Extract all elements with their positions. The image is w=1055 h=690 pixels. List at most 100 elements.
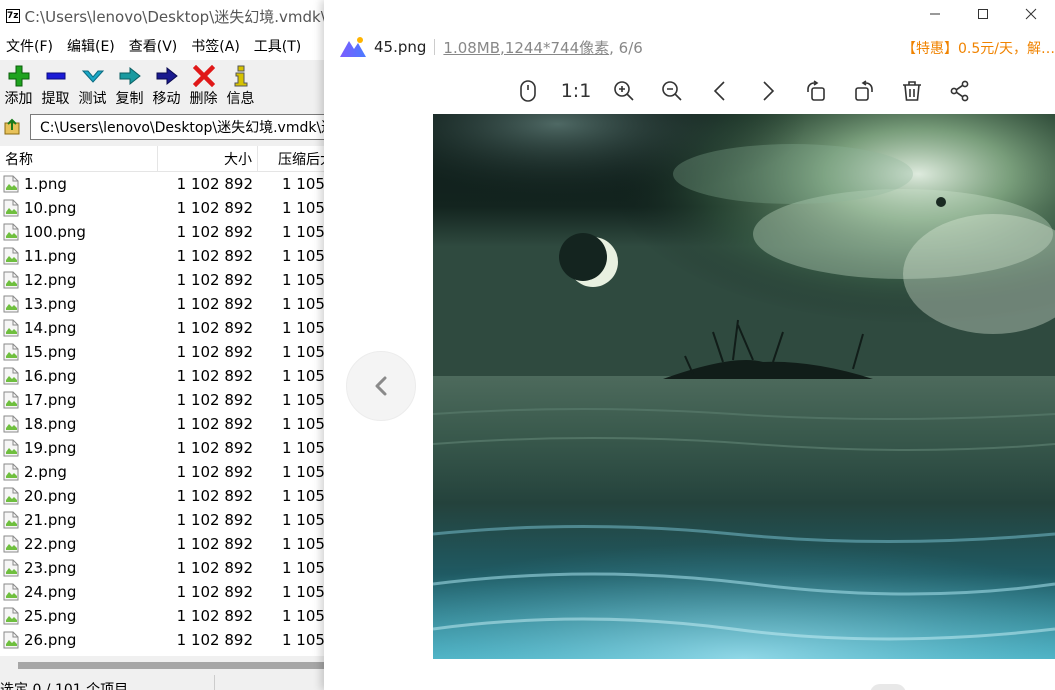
table-row[interactable]: 13.png 1 102 892 1 105 920 — [0, 292, 330, 316]
rotate-left-icon[interactable] — [792, 76, 840, 106]
table-row[interactable]: 19.png 1 102 892 1 105 920 — [0, 436, 330, 460]
table-row[interactable]: 1.png 1 102 892 1 105 920 — [0, 172, 330, 196]
file-size[interactable]: 1.08MB — [443, 39, 500, 57]
file-size-cell: 1 102 892 — [176, 439, 253, 457]
rotate-right-icon[interactable] — [840, 76, 888, 106]
copy-button[interactable]: 复制 — [111, 64, 148, 108]
table-row[interactable]: 23.png 1 102 892 1 105 920 — [0, 556, 330, 580]
table-row[interactable]: 17.png 1 102 892 1 105 920 — [0, 388, 330, 412]
menu-bookmarks[interactable]: 书签(A) — [185, 36, 248, 56]
file-compressed-cell: 1 105 920 — [282, 175, 330, 193]
menu-edit[interactable]: 编辑(E) — [61, 36, 123, 56]
table-row[interactable]: 18.png 1 102 892 1 105 920 — [0, 412, 330, 436]
table-row[interactable]: 25.png 1 102 892 1 105 920 — [0, 604, 330, 628]
file-name: 24.png — [24, 583, 77, 601]
menu-tools[interactable]: 工具(T) — [248, 36, 309, 56]
info-label: 信息 — [226, 91, 255, 107]
file-name: 10.png — [24, 199, 77, 217]
test-button[interactable]: 测试 — [74, 64, 111, 108]
file-name: 17.png — [24, 391, 77, 409]
delete-icon[interactable] — [888, 76, 936, 106]
move-button[interactable]: 移动 — [148, 64, 185, 108]
file-name-cell: 17.png — [0, 391, 158, 409]
file-name: 15.png — [24, 343, 77, 361]
table-row[interactable]: 10.png 1 102 892 1 105 920 — [0, 196, 330, 220]
table-row[interactable]: 26.png 1 102 892 1 105 920 — [0, 628, 330, 652]
status-separator — [214, 675, 215, 690]
maximize-icon[interactable] — [959, 0, 1007, 28]
file-size-cell: 1 102 892 — [176, 607, 253, 625]
displayed-image — [433, 114, 1055, 659]
image-resolution[interactable]: ,1244*744像素 — [500, 39, 609, 57]
file-name: 13.png — [24, 295, 77, 313]
menu-view[interactable]: 查看(V) — [123, 36, 186, 56]
viewer-toolbar: 1:1 — [504, 76, 984, 106]
table-row[interactable]: 21.png 1 102 892 1 105 920 — [0, 508, 330, 532]
add-button[interactable]: 添加 — [0, 64, 37, 108]
extract-button[interactable]: 提取 — [37, 64, 74, 108]
test-label: 测试 — [78, 91, 107, 107]
actual-size-icon[interactable]: 1:1 — [552, 76, 600, 106]
zoom-in-icon[interactable] — [600, 76, 648, 106]
table-row[interactable]: 12.png 1 102 892 1 105 920 — [0, 268, 330, 292]
file-name: 25.png — [24, 607, 77, 625]
zip-toolbar: 添加 提取 测试 复制 移动 删除 信息 — [0, 60, 330, 112]
file-compressed-cell: 1 105 920 — [282, 463, 330, 481]
previous-image-button[interactable] — [346, 351, 416, 421]
file-name: 21.png — [24, 511, 77, 529]
column-size[interactable]: 大小 — [158, 146, 258, 171]
extract-label: 提取 — [41, 91, 70, 107]
close-icon[interactable] — [1007, 0, 1055, 28]
table-row[interactable]: 11.png 1 102 892 1 105 920 — [0, 244, 330, 268]
viewer-filename: 45.png — [374, 38, 427, 56]
file-size-cell: 1 102 892 — [176, 415, 253, 433]
previous-icon[interactable] — [696, 76, 744, 106]
table-row[interactable]: 16.png 1 102 892 1 105 920 — [0, 364, 330, 388]
table-row[interactable]: 100.png 1 102 892 1 105 920 — [0, 220, 330, 244]
file-size-cell: 1 102 892 — [176, 199, 253, 217]
column-compressed[interactable]: 压缩后大小 — [258, 146, 330, 171]
horizontal-scrollbar[interactable] — [0, 657, 330, 673]
table-row[interactable]: 2.png 1 102 892 1 105 920 — [0, 460, 330, 484]
table-row[interactable]: 14.png 1 102 892 1 105 920 — [0, 316, 330, 340]
window-controls — [911, 0, 1055, 28]
png-file-icon — [3, 607, 19, 625]
png-file-icon — [3, 319, 19, 337]
up-folder-icon[interactable] — [2, 116, 24, 138]
table-row[interactable]: 22.png 1 102 892 1 105 920 — [0, 532, 330, 556]
file-name: 11.png — [24, 247, 77, 265]
menu-file[interactable]: 文件(F) — [0, 36, 61, 56]
file-name-cell: 18.png — [0, 415, 158, 433]
minus-icon — [45, 64, 67, 88]
zoom-out-icon[interactable] — [648, 76, 696, 106]
info-button[interactable]: 信息 — [222, 64, 259, 108]
file-compressed-cell: 1 105 920 — [282, 391, 330, 409]
file-name: 16.png — [24, 367, 77, 385]
file-name: 14.png — [24, 319, 77, 337]
info-icon — [232, 64, 250, 88]
mouse-mode-icon[interactable] — [504, 76, 552, 106]
path-input[interactable]: C:\Users\lenovo\Desktop\迷失幻境.vmdk\迷失幻境\ — [30, 114, 330, 140]
file-compressed-cell: 1 105 920 — [282, 295, 330, 313]
file-compressed-cell: 1 105 920 — [282, 631, 330, 649]
next-icon[interactable] — [744, 76, 792, 106]
address-bar: C:\Users\lenovo\Desktop\迷失幻境.vmdk\迷失幻境\ — [0, 112, 330, 142]
file-name-cell: 20.png — [0, 487, 158, 505]
promo-banner[interactable]: 【特惠】0.5元/天，解… — [902, 38, 1055, 58]
scrollbar-thumb[interactable] — [18, 662, 328, 669]
file-name-cell: 13.png — [0, 295, 158, 313]
file-size-cell: 1 102 892 — [176, 487, 253, 505]
bottom-panel-toggle[interactable] — [870, 684, 906, 690]
table-row[interactable]: 15.png 1 102 892 1 105 920 — [0, 340, 330, 364]
file-name-cell: 22.png — [0, 535, 158, 553]
minimize-icon[interactable] — [911, 0, 959, 28]
share-icon[interactable] — [936, 76, 984, 106]
table-row[interactable]: 24.png 1 102 892 1 105 920 — [0, 580, 330, 604]
table-row[interactable]: 20.png 1 102 892 1 105 920 — [0, 484, 330, 508]
file-compressed-cell: 1 105 920 — [282, 583, 330, 601]
file-rows: 1.png 1 102 892 1 105 920 10.png 1 102 892 1 … — [0, 172, 330, 652]
file-compressed-cell: 1 105 920 — [282, 367, 330, 385]
add-label: 添加 — [4, 91, 33, 107]
delete-button[interactable]: 删除 — [185, 64, 222, 108]
column-name[interactable]: 名称 — [0, 146, 158, 171]
